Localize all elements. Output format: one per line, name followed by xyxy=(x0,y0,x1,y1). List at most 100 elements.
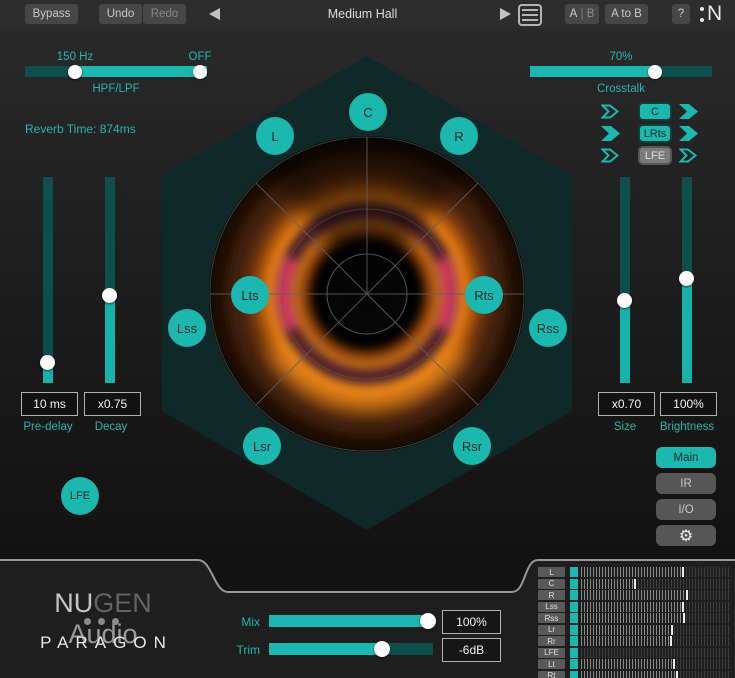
meter-row: Lr xyxy=(538,625,732,635)
meter-row: Rss xyxy=(538,613,732,623)
pre-delay-handle[interactable] xyxy=(40,355,55,370)
hpf-handle[interactable] xyxy=(68,65,82,79)
lpf-handle[interactable] xyxy=(193,65,207,79)
title-bar: Bypass Undo Redo Medium Hall A | B A to … xyxy=(0,0,735,28)
route-lfe-button[interactable]: LFE xyxy=(638,146,672,165)
help-button[interactable]: ? xyxy=(672,4,690,24)
meter-bar xyxy=(568,590,732,600)
page-ir-button[interactable]: IR xyxy=(656,473,716,494)
meter-rows: LCRLssRssLrRrLFELtRt xyxy=(538,567,732,678)
paragon-plugin-window: Bypass Undo Redo Medium Hall A | B A to … xyxy=(0,0,735,678)
crosstalk-handle[interactable] xyxy=(648,65,662,79)
lpf-value-label: OFF xyxy=(170,51,230,63)
route-in-c-chevron-icon[interactable] xyxy=(601,104,620,119)
route-out-lrts-chevron-icon[interactable] xyxy=(679,126,698,141)
settings-button[interactable]: ⚙ xyxy=(656,525,716,546)
meter-bar xyxy=(568,671,732,678)
trim-value[interactable]: -6dB xyxy=(442,638,501,662)
meter-channel-label: C xyxy=(538,579,565,589)
channel-node-rss[interactable]: Rss xyxy=(529,309,567,347)
crosstalk-slider[interactable] xyxy=(530,66,712,77)
meter-bar xyxy=(568,613,732,623)
channel-node-rsr[interactable]: Rsr xyxy=(453,427,491,465)
size-value[interactable]: x0.70 xyxy=(598,392,655,416)
mix-value[interactable]: 100% xyxy=(442,610,501,634)
meter-row: Lt xyxy=(538,659,732,669)
route-c-button[interactable]: C xyxy=(638,102,672,121)
channel-node-lfe[interactable]: LFE xyxy=(61,477,99,515)
decay-label: Decay xyxy=(71,421,151,433)
crosstalk-label: Crosstalk xyxy=(571,83,671,95)
reverb-time-readout: Reverb Time: 874ms xyxy=(25,122,185,136)
preset-list-icon[interactable] xyxy=(518,4,542,26)
size-fader[interactable] xyxy=(620,177,630,383)
nugen-n-logo: N xyxy=(700,2,722,26)
meter-channel-label: R xyxy=(538,590,565,600)
pre-delay-fader[interactable] xyxy=(43,177,53,383)
brightness-handle[interactable] xyxy=(679,271,694,286)
meter-peak-marker xyxy=(682,567,684,577)
channel-node-lss[interactable]: Lss xyxy=(168,309,206,347)
meter-bar xyxy=(568,567,732,577)
pre-delay-value[interactable]: 10 ms xyxy=(21,392,78,416)
meter-peak-marker xyxy=(676,671,678,678)
decay-handle[interactable] xyxy=(102,288,117,303)
brightness-label: Brightness xyxy=(647,421,727,433)
next-preset-icon[interactable] xyxy=(500,8,511,20)
meter-bar xyxy=(568,659,732,669)
meter-channel-label: LFE xyxy=(538,648,565,658)
meter-channel-label: L xyxy=(538,567,565,577)
meter-row: Rt xyxy=(538,671,732,678)
ab-compare-button[interactable]: A | B xyxy=(565,4,599,24)
redo-button[interactable]: Redo xyxy=(143,4,186,24)
gear-icon: ⚙ xyxy=(679,526,693,546)
channel-node-lts[interactable]: Lts xyxy=(231,276,269,314)
mix-label: Mix xyxy=(210,615,260,629)
meter-bar xyxy=(568,636,732,646)
meter-peak-marker xyxy=(634,579,636,589)
channel-node-c[interactable]: C xyxy=(349,93,387,131)
meter-channel-label: Rss xyxy=(538,613,565,623)
bypass-button[interactable]: Bypass xyxy=(25,4,78,24)
trim-label: Trim xyxy=(210,643,260,657)
meter-bar xyxy=(568,579,732,589)
meter-peak-marker xyxy=(686,590,688,600)
page-io-button[interactable]: I/O xyxy=(656,499,716,520)
previous-preset-icon[interactable] xyxy=(209,8,220,20)
size-handle[interactable] xyxy=(617,293,632,308)
channel-node-r[interactable]: R xyxy=(440,117,478,155)
trim-handle[interactable] xyxy=(374,641,390,657)
route-lrts-button[interactable]: LRts xyxy=(638,124,672,143)
route-in-lrts-chevron-icon[interactable] xyxy=(601,126,620,141)
decay-value[interactable]: x0.75 xyxy=(84,392,141,416)
channel-node-rts[interactable]: Rts xyxy=(465,276,503,314)
meter-channel-label: Lr xyxy=(538,625,565,635)
route-in-lfe-chevron-icon[interactable] xyxy=(601,148,620,163)
decay-fader[interactable] xyxy=(105,177,115,383)
meter-row: R xyxy=(538,590,732,600)
preset-name[interactable]: Medium Hall xyxy=(300,0,425,28)
meter-row: LFE xyxy=(538,648,732,658)
page-main-button[interactable]: Main xyxy=(656,447,716,468)
trim-slider[interactable] xyxy=(269,643,433,655)
channel-node-l[interactable]: L xyxy=(256,117,294,155)
product-name: PARAGON xyxy=(28,633,178,653)
channel-node-lsr[interactable]: Lsr xyxy=(243,427,281,465)
hpf-lpf-slider[interactable] xyxy=(25,66,207,77)
mix-slider[interactable] xyxy=(269,615,433,627)
brand-dots xyxy=(84,618,119,625)
route-out-lfe-chevron-icon[interactable] xyxy=(679,148,698,163)
meter-peak-marker xyxy=(683,613,685,623)
route-out-c-chevron-icon[interactable] xyxy=(679,104,698,119)
hpf-value-label: 150 Hz xyxy=(45,51,105,63)
undo-button[interactable]: Undo xyxy=(99,4,142,24)
ab-b-label: B xyxy=(587,8,595,20)
a-to-b-button[interactable]: A to B xyxy=(605,4,648,24)
meter-bar xyxy=(568,648,732,658)
brightness-value[interactable]: 100% xyxy=(660,392,717,416)
meter-channel-label: Lss xyxy=(538,602,565,612)
meter-row: C xyxy=(538,579,732,589)
brightness-fader[interactable] xyxy=(682,177,692,383)
mix-handle[interactable] xyxy=(420,613,436,629)
meter-row: Lss xyxy=(538,602,732,612)
